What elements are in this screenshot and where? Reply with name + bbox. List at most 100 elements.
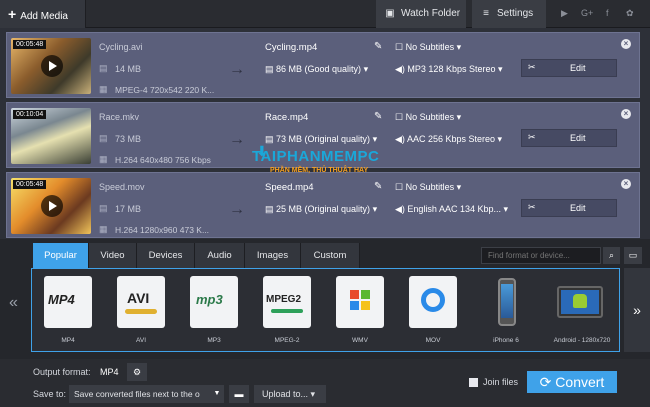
vk-icon[interactable]: ✿ [626,8,634,19]
edit-button[interactable]: ✂ Edit [521,59,617,77]
output-format-value[interactable]: MP4 [100,367,119,377]
join-files-label: Join files [483,377,519,387]
output-format-label: Output format: [33,367,91,377]
output-size-dropdown[interactable]: ▤ 25 MB (Original quality) ▾ [265,204,377,215]
rename-pencil-icon[interactable]: ✎ [374,181,382,192]
file-size-icon: ▤ [99,133,108,143]
subtitles-value: No Subtitles [405,112,455,122]
save-to-dropdown[interactable]: Save converted files next to the o [69,385,210,403]
output-size-dropdown[interactable]: ▤ 86 MB (Good quality) ▾ [265,64,368,75]
mpeg2-format-icon: MPEG2 [263,276,311,328]
convert-refresh-icon: ⟳ [539,374,552,390]
remove-file-close-icon[interactable]: × [621,179,631,189]
video-thumbnail[interactable]: 00:10:04 [11,108,91,164]
tab-images[interactable]: Images [245,243,301,268]
remove-file-close-icon[interactable]: × [621,39,631,49]
rename-pencil-icon[interactable]: ✎ [374,41,382,52]
tab-audio[interactable]: Audio [195,243,245,268]
format-grid: MP4 MP4 AVI AVI mp3 MP3 MPEG2 MPEG-2 WMV [31,268,620,352]
duration-badge: 00:10:04 [13,110,47,119]
format-item-iphone6[interactable]: iPhone 6 [475,274,537,348]
audio-track-value: English AAC 134 Kbp... [407,204,501,214]
video-thumbnail[interactable]: 00:05:48 [11,178,91,234]
upload-label: Upload to... [262,389,309,399]
quicktime-icon [409,276,457,328]
google-plus-icon[interactable]: G+ [581,8,593,18]
convert-arrow-icon: → [229,201,245,218]
format-item-avi[interactable]: AVI AVI [110,274,172,348]
mp4-format-icon: MP4 [44,276,92,328]
audio-track-dropdown[interactable]: ◀) English AAC 134 Kbp... ▾ [395,204,508,215]
format-item-mov[interactable]: MOV [402,274,464,348]
source-file-size: 73 MB [115,134,142,144]
format-label: MP3 [207,337,221,344]
source-file-meta: H.264 640x480 756 Kbps [115,155,211,165]
search-icon[interactable]: ⌕ [603,247,620,264]
output-file-name: Cycling.mp4 [265,42,318,53]
file-size-icon: ▤ [99,203,108,213]
format-item-mp3[interactable]: mp3 MP3 [183,274,245,348]
play-icon[interactable] [41,195,63,217]
format-badge: MP4 [48,292,75,307]
tab-custom[interactable]: Custom [301,243,360,268]
folder-icon[interactable]: ▬ [229,385,249,403]
watermark-subtitle: PHẦN MỀM, THỦ THUẬT HAY [270,167,369,174]
join-files-checkbox[interactable] [469,378,478,388]
join-files-toggle[interactable]: Join files [469,377,519,388]
iphone-icon [482,276,530,328]
device-detect-icon[interactable]: ▭ [624,247,642,264]
source-file-name: Race.mkv [99,112,140,122]
file-row[interactable]: 00:05:48 Cycling.avi ▤ 14 MB ▦ MPEG-4 72… [6,32,640,98]
convert-button[interactable]: ⟳ Convert [527,371,617,393]
remove-file-close-icon[interactable]: × [621,109,631,119]
subtitles-value: No Subtitles [405,42,455,52]
edit-button[interactable]: ✂ Edit [521,129,617,147]
tab-popular[interactable]: Popular [33,243,89,268]
upload-to-button[interactable]: Upload to... ▾ [254,385,326,403]
avi-format-icon: AVI [117,276,165,328]
edit-label: Edit [570,63,586,73]
format-item-mp4[interactable]: MP4 MP4 [37,274,99,348]
chevron-down-icon[interactable]: ▼ [210,385,224,403]
file-row[interactable]: 00:05:48 Speed.mov ▤ 17 MB ▦ H.264 1280x… [6,172,640,238]
format-label: Android - 1280x720 [553,337,611,344]
duration-badge: 00:05:48 [13,40,47,49]
format-item-mpeg2[interactable]: MPEG2 MPEG-2 [256,274,318,348]
video-thumbnail[interactable]: 00:05:48 [11,38,91,94]
youtube-icon[interactable]: ▶ [561,8,568,19]
settings-button[interactable]: ≡ Settings [472,0,546,28]
edit-label: Edit [570,203,586,213]
output-size-value: 25 MB (Original quality) [276,204,371,214]
edit-button[interactable]: ✂ Edit [521,199,617,217]
scroll-right-icon[interactable]: » [624,268,650,352]
duration-badge: 00:05:48 [13,180,47,189]
watermark-title: TAIPHANMEMPC [252,148,380,165]
rename-pencil-icon[interactable]: ✎ [374,111,382,122]
top-toolbar: + Add Media ▣ Watch Folder ≡ Settings ▶ G+ … [0,0,650,28]
tab-video[interactable]: Video [89,243,137,268]
gear-icon[interactable]: ⚙ [127,363,147,381]
source-file-size: 17 MB [115,204,142,214]
output-size-dropdown[interactable]: ▤ 73 MB (Original quality) ▾ [265,134,377,145]
scroll-left-icon[interactable]: « [9,294,18,312]
format-panel: Popular Video Devices Audio Images Custo… [0,239,650,359]
subtitles-dropdown[interactable]: ☐ No Subtitles ▾ [395,42,461,53]
format-search-input[interactable] [481,247,601,264]
file-size-icon: ▤ [99,63,108,73]
play-icon[interactable] [41,55,63,77]
audio-track-dropdown[interactable]: ◀) MP3 128 Kbps Stereo ▾ [395,64,503,75]
format-item-wmv[interactable]: WMV [329,274,391,348]
subtitles-dropdown[interactable]: ☐ No Subtitles ▾ [395,112,461,123]
scissors-icon: ✂ [528,202,536,212]
add-media-button[interactable]: + Add Media [0,0,86,28]
facebook-icon[interactable]: f [606,8,609,18]
watch-folder-button[interactable]: ▣ Watch Folder [376,0,466,28]
tab-devices[interactable]: Devices [137,243,195,268]
subtitles-value: No Subtitles [405,182,455,192]
audio-track-dropdown[interactable]: ◀) AAC 256 Kbps Stereo ▾ [395,134,502,145]
format-item-android[interactable]: Android - 1280x720 [548,274,616,348]
plus-icon: + [8,6,17,22]
subtitles-dropdown[interactable]: ☐ No Subtitles ▾ [395,182,461,193]
save-to-label: Save to: [33,389,67,399]
bottom-bar: Output format: MP4 ⚙ Save to: Save conve… [0,359,650,407]
